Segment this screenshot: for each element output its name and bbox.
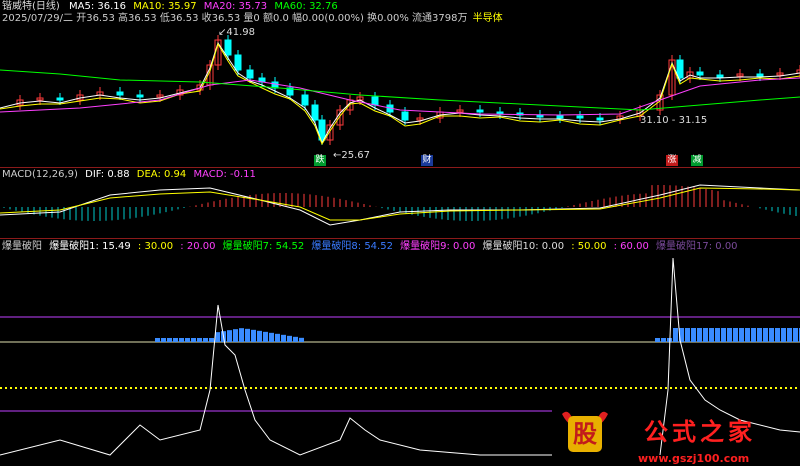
volume-bar	[709, 328, 714, 342]
candle-body	[476, 109, 484, 113]
volume-bar	[245, 328, 250, 342]
candle-body	[116, 91, 124, 96]
indicator-line	[0, 304, 552, 456]
volume-bar	[673, 328, 678, 342]
candle-body	[301, 94, 309, 106]
dif-line	[0, 184, 800, 226]
high-label: 41.98	[226, 27, 256, 38]
volume-bar	[251, 329, 256, 342]
dea-line	[0, 187, 800, 221]
marker-cai[interactable]: 财	[421, 155, 433, 166]
volume-bar	[155, 338, 160, 342]
volume-bar	[281, 334, 286, 342]
volume-bar	[293, 336, 298, 342]
low-label: 25.67	[341, 150, 371, 161]
candle-body	[311, 104, 319, 121]
candle-body	[596, 117, 604, 121]
volume-bar	[209, 338, 214, 342]
marker-die[interactable]: 跌	[314, 155, 326, 166]
candle-body	[496, 111, 504, 115]
volume-bar	[161, 338, 166, 342]
volume-bar	[173, 338, 178, 342]
candle-body	[756, 73, 764, 77]
candle-body	[401, 111, 409, 121]
volume-bar	[227, 330, 232, 342]
volume-bar	[299, 337, 304, 342]
candle-body	[556, 115, 564, 119]
watermark-logo-text: 股	[573, 420, 597, 448]
volume-bar	[263, 331, 268, 342]
volume-bar	[203, 338, 208, 342]
candle-body	[224, 39, 232, 56]
volume-bar	[167, 338, 172, 342]
volume-bar	[287, 335, 292, 342]
watermark-title: 公式之家	[644, 417, 756, 446]
volume-bar	[239, 328, 244, 342]
volume-bar	[715, 328, 720, 342]
volume-bar	[691, 328, 696, 342]
watermark: 股 公式之家 www.gszj100.com	[556, 408, 800, 466]
candle-body	[136, 94, 144, 98]
volume-bar	[233, 329, 238, 342]
volume-bar	[787, 328, 792, 342]
volume-bar	[269, 332, 274, 342]
volume-bar	[197, 338, 202, 342]
volume-bar	[185, 338, 190, 342]
candle-body	[371, 96, 379, 106]
candle-body	[56, 97, 64, 101]
volume-bar	[757, 328, 762, 342]
volume-bar	[733, 328, 738, 342]
low-annotation: ←25.67	[333, 150, 370, 161]
volume-bar	[781, 328, 786, 342]
volume-bar	[727, 328, 732, 342]
volume-bar	[751, 328, 756, 342]
candle-body	[536, 114, 544, 118]
chart-canvas[interactable]	[0, 0, 800, 466]
volume-bar	[739, 328, 744, 342]
volume-bar	[721, 328, 726, 342]
candle-body	[234, 54, 242, 71]
volume-bar	[179, 338, 184, 342]
candle-body	[576, 115, 584, 119]
volume-bar	[775, 328, 780, 342]
volume-bar	[769, 328, 774, 342]
volume-bar	[763, 328, 768, 342]
marker-jian[interactable]: 减	[691, 155, 703, 166]
volume-bar	[661, 338, 666, 342]
high-annotation: ↙41.98	[218, 27, 255, 38]
marker-zhang[interactable]: 涨	[666, 155, 678, 166]
candle-body	[696, 71, 704, 76]
range-label: 31.10 - 31.15	[640, 115, 708, 126]
volume-bar	[655, 338, 660, 342]
volume-bar	[697, 328, 702, 342]
candle-body	[716, 74, 724, 78]
volume-bar	[257, 330, 262, 342]
volume-bar	[793, 328, 798, 342]
volume-bar	[685, 328, 690, 342]
volume-bar	[275, 333, 280, 342]
watermark-logo-icon: 股	[558, 408, 612, 458]
volume-bar	[745, 328, 750, 342]
watermark-url: www.gszj100.com	[638, 452, 750, 465]
candle-body	[246, 69, 254, 79]
volume-bar	[703, 328, 708, 342]
volume-bar	[191, 338, 196, 342]
